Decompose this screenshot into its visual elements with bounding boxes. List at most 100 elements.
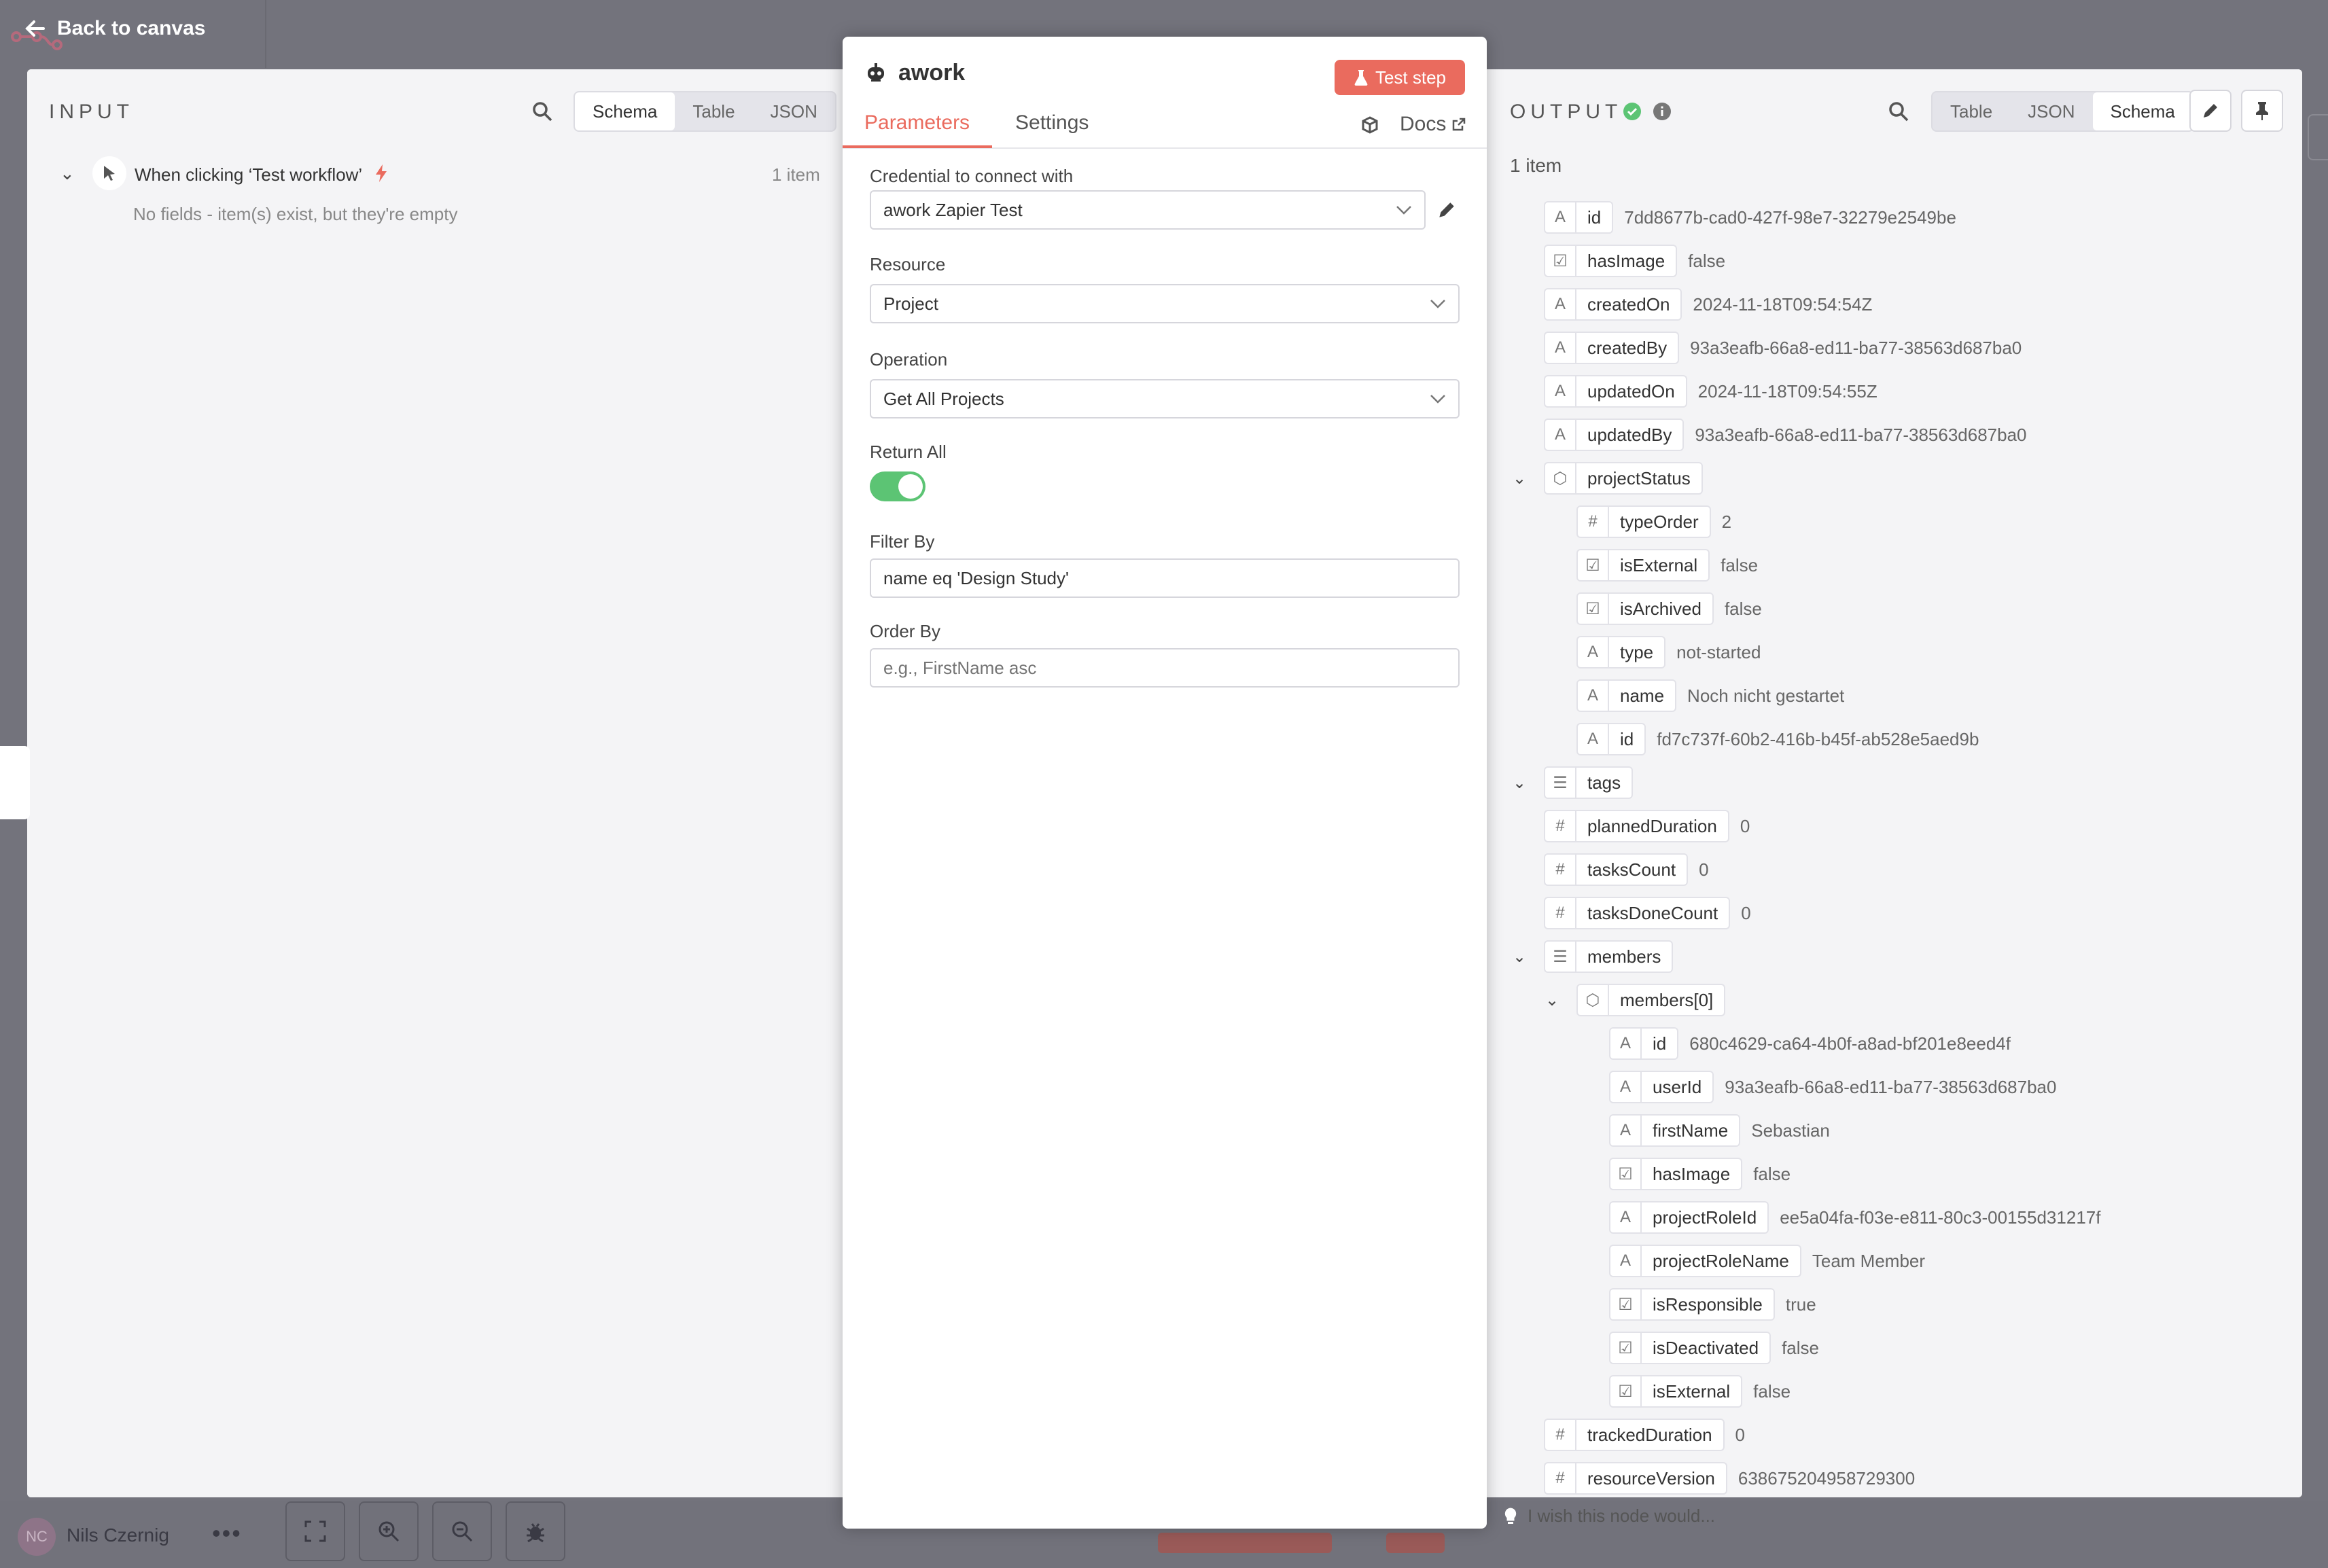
pin-data-button[interactable] bbox=[2241, 90, 2283, 132]
number-type-icon: # bbox=[1545, 898, 1576, 928]
schema-key-pill[interactable]: ☑ isExternal bbox=[1609, 1375, 1743, 1408]
execute-workflow-ghost bbox=[1158, 1533, 1332, 1553]
string-type-icon: A bbox=[1610, 1202, 1642, 1232]
tab-schema[interactable]: Schema bbox=[2092, 92, 2193, 130]
node-info-icon[interactable] bbox=[1360, 115, 1379, 135]
schema-key: updatedOn bbox=[1587, 380, 1675, 402]
schema-key-pill[interactable]: Aname bbox=[1576, 679, 1677, 712]
back-to-canvas-button[interactable]: Back to canvas bbox=[24, 8, 205, 49]
more-icon[interactable]: ••• bbox=[212, 1519, 242, 1548]
schema-key-pill[interactable]: # trackedDuration bbox=[1544, 1419, 1725, 1451]
edit-credential-icon[interactable] bbox=[1436, 200, 1457, 220]
avatar[interactable]: NC bbox=[18, 1518, 56, 1556]
schema-key-pill[interactable]: ☑ hasImage bbox=[1544, 245, 1678, 277]
schema-value: 7dd8677b-cad0-427f-98e7-32279e2549be bbox=[1624, 207, 1956, 228]
schema-key-pill[interactable]: Aid bbox=[1544, 201, 1614, 234]
pencil-icon bbox=[2204, 104, 2217, 118]
docs-link[interactable]: Docs bbox=[1400, 113, 1466, 136]
filter-input[interactable] bbox=[870, 558, 1460, 598]
tab-parameters[interactable]: Parameters bbox=[864, 111, 970, 135]
output-view-tabs: Table JSON Schema bbox=[1931, 91, 2194, 132]
boolean-type-icon: ☑ bbox=[1578, 550, 1609, 580]
schema-key-pill[interactable]: Aid bbox=[1576, 723, 1646, 755]
tab-json[interactable]: JSON bbox=[2010, 92, 2092, 130]
zoom-to-fit-button[interactable] bbox=[285, 1501, 345, 1561]
tab-table[interactable]: Table bbox=[675, 92, 752, 130]
credential-select[interactable]: awork Zapier Test bbox=[870, 190, 1426, 230]
schema-key: typeOrder bbox=[1620, 511, 1699, 532]
schema-key-pill[interactable]: AprojectRoleId bbox=[1609, 1201, 1769, 1234]
expand-panel-handle[interactable] bbox=[0, 746, 30, 819]
schema-value: false bbox=[1721, 554, 1759, 575]
tab-settings[interactable]: Settings bbox=[1015, 111, 1089, 135]
schema-value: fd7c737f-60b2-416b-b45f-ab528e5aed9b bbox=[1657, 728, 1979, 749]
schema-key-pill[interactable]: AcreatedBy bbox=[1544, 332, 1680, 364]
schema-key-pill[interactable]: ☰ members bbox=[1544, 940, 1674, 973]
schema-key-pill[interactable]: # tasksDoneCount bbox=[1544, 897, 1731, 929]
chevron-down-icon[interactable]: ⌄ bbox=[60, 163, 75, 184]
chevron-down-icon[interactable]: ⌄ bbox=[1513, 469, 1526, 488]
schema-key-pill[interactable]: AfirstName bbox=[1609, 1114, 1741, 1147]
schema-key-pill[interactable]: AupdatedBy bbox=[1544, 418, 1685, 451]
info-icon[interactable] bbox=[1653, 102, 1672, 121]
chevron-down-icon bbox=[1396, 206, 1411, 215]
schema-key-pill[interactable]: Aid bbox=[1609, 1027, 1679, 1060]
tab-table[interactable]: Table bbox=[1933, 92, 2010, 130]
schema-key-pill[interactable]: ☑ isResponsible bbox=[1609, 1288, 1775, 1321]
node-name[interactable]: awork bbox=[898, 60, 965, 86]
schema-key-pill[interactable]: ☑ isExternal bbox=[1576, 549, 1710, 582]
arrow-left-icon bbox=[25, 20, 45, 37]
schema-key-pill[interactable]: ☑ isDeactivated bbox=[1609, 1332, 1771, 1364]
schema-key: members[0] bbox=[1620, 989, 1714, 1010]
search-icon[interactable] bbox=[531, 101, 553, 122]
tab-json[interactable]: JSON bbox=[753, 92, 835, 130]
chevron-down-icon[interactable]: ⌄ bbox=[1513, 947, 1526, 967]
schema-key-pill[interactable]: ⬡ members[0] bbox=[1576, 984, 1726, 1016]
schema-key: firstName bbox=[1653, 1120, 1729, 1141]
order-input[interactable] bbox=[870, 648, 1460, 688]
schema-value: 0 bbox=[1740, 815, 1750, 836]
resource-value: Project bbox=[883, 293, 938, 314]
chevron-down-icon[interactable]: ⌄ bbox=[1513, 773, 1526, 793]
return-all-toggle[interactable] bbox=[870, 471, 925, 501]
schema-key-pill[interactable]: # tasksCount bbox=[1544, 853, 1689, 886]
schema-key: type bbox=[1620, 641, 1654, 662]
search-icon[interactable] bbox=[1888, 101, 1909, 122]
string-type-icon: A bbox=[1610, 1072, 1642, 1102]
test-step-button[interactable]: Test step bbox=[1335, 60, 1465, 95]
schema-key-pill[interactable]: AuserId bbox=[1609, 1071, 1714, 1103]
object-type-icon: ⬡ bbox=[1545, 463, 1576, 493]
flask-icon bbox=[1354, 70, 1368, 86]
chevron-down-icon[interactable]: ⌄ bbox=[1545, 991, 1559, 1010]
schema-key-pill[interactable]: AcreatedOn bbox=[1544, 288, 1682, 321]
schema-key-pill[interactable]: ⬡ projectStatus bbox=[1544, 462, 1703, 495]
schema-value: false bbox=[1753, 1163, 1791, 1184]
edit-output-button[interactable] bbox=[2189, 90, 2232, 132]
schema-row: AcreatedBy 93a3eafb-66a8-ed11-ba77-38563d… bbox=[1544, 332, 2022, 364]
schema-key-pill[interactable]: ☰ tags bbox=[1544, 766, 1634, 799]
schema-row: AupdatedBy 93a3eafb-66a8-ed11-ba77-38563d… bbox=[1544, 418, 2027, 451]
schema-key: id bbox=[1587, 207, 1602, 228]
schema-key-pill[interactable]: AupdatedOn bbox=[1544, 375, 1687, 408]
schema-key-pill[interactable]: # typeOrder bbox=[1576, 505, 1711, 538]
edge-handle[interactable] bbox=[2308, 114, 2328, 160]
feedback-link[interactable]: I wish this node would... bbox=[1503, 1505, 1715, 1527]
zoom-in-button[interactable] bbox=[359, 1501, 419, 1561]
schema-row: Aid fd7c737f-60b2-416b-b45f-ab528e5aed9b bbox=[1576, 723, 1979, 755]
number-type-icon: # bbox=[1578, 507, 1609, 537]
schema-key-pill[interactable]: Atype bbox=[1576, 636, 1666, 669]
schema-key-pill[interactable]: ☑ isArchived bbox=[1576, 592, 1714, 625]
schema-key-pill[interactable]: # resourceVersion bbox=[1544, 1462, 1727, 1495]
schema-key-pill[interactable]: AprojectRoleName bbox=[1609, 1245, 1801, 1277]
zoom-out-button[interactable] bbox=[432, 1501, 492, 1561]
input-view-tabs: Schema Table JSON bbox=[574, 91, 836, 132]
schema-row: # tasksDoneCount 0 bbox=[1544, 897, 1751, 929]
debug-button[interactable] bbox=[506, 1501, 565, 1561]
tab-schema[interactable]: Schema bbox=[575, 92, 675, 130]
operation-select[interactable]: Get All Projects bbox=[870, 379, 1460, 418]
schema-key-pill[interactable]: # plannedDuration bbox=[1544, 810, 1729, 842]
schema-key-pill[interactable]: ☑ hasImage bbox=[1609, 1158, 1743, 1190]
resource-select[interactable]: Project bbox=[870, 284, 1460, 323]
schema-key: createdBy bbox=[1587, 337, 1668, 358]
schema-key: id bbox=[1620, 728, 1634, 749]
